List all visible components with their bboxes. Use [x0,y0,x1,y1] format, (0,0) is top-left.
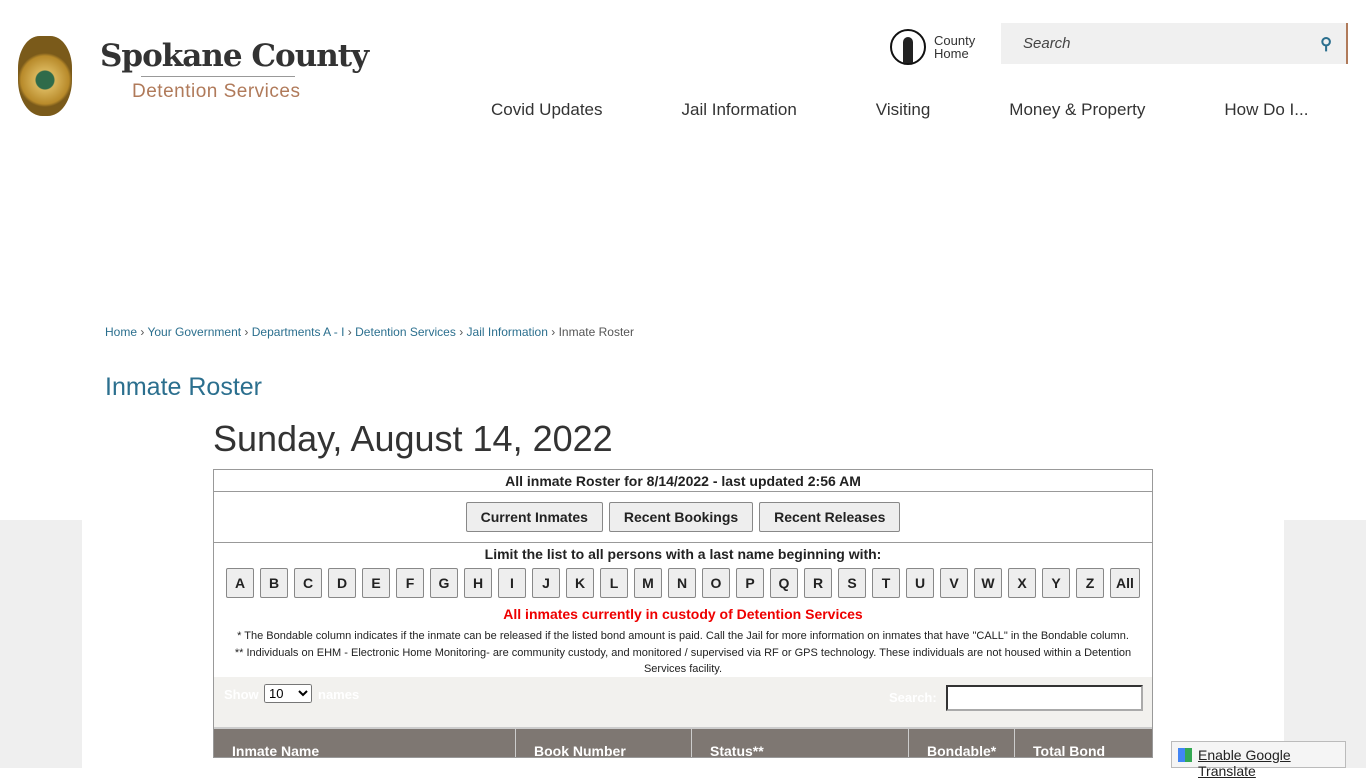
letter-i-button[interactable]: I [498,568,526,598]
show-label: Show [224,687,259,702]
col-book-number[interactable]: Book Number [516,729,692,759]
letter-b-button[interactable]: B [260,568,288,598]
search-icon[interactable]: ⚲ [1320,34,1332,54]
google-translate-button[interactable]: Enable Google Translate [1171,741,1346,779]
col-status[interactable]: Status** [692,729,909,759]
recent-bookings-button[interactable]: Recent Bookings [608,502,754,532]
main-nav: Covid Updates Jail Information Visiting … [491,100,1308,120]
col-bondable[interactable]: Bondable* [909,729,1015,759]
col-total-bond[interactable]: Total Bond [1015,729,1152,759]
badge-logo-icon[interactable] [18,36,72,116]
letter-a-button[interactable]: A [226,568,254,598]
crumb-current: Inmate Roster [558,325,634,339]
view-buttons: Current Inmates Recent Bookings Recent R… [214,492,1152,543]
letter-e-button[interactable]: E [362,568,390,598]
letter-w-button[interactable]: W [974,568,1002,598]
letter-m-button[interactable]: M [634,568,662,598]
site-search: ⚲ [1001,23,1348,64]
current-inmates-button[interactable]: Current Inmates [465,502,603,532]
nav-visiting[interactable]: Visiting [876,100,931,120]
table-search-label: Search: [889,690,937,705]
letter-t-button[interactable]: T [872,568,900,598]
nav-how-do-i[interactable]: How Do I... [1224,100,1308,120]
nav-money-property[interactable]: Money & Property [1009,100,1145,120]
page-title: Inmate Roster [105,373,263,401]
letter-o-button[interactable]: O [702,568,730,598]
letter-n-button[interactable]: N [668,568,696,598]
brand-subtitle[interactable]: Detention Services [132,81,300,103]
roster-caption: All inmate Roster for 8/14/2022 - last u… [214,470,1152,492]
letter-r-button[interactable]: R [804,568,832,598]
translate-label: Enable Google Translate [1198,747,1291,779]
ehm-note: ** Individuals on EHM - Electronic Home … [234,647,1132,675]
bondable-note: * The Bondable column indicates if the i… [237,630,1129,642]
page-size-select[interactable]: 10 [264,684,312,703]
brand-divider [141,76,295,77]
table-header: Inmate Name Book Number Status** Bondabl… [214,727,1152,759]
letter-h-button[interactable]: H [464,568,492,598]
letter-k-button[interactable]: K [566,568,594,598]
county-home-link[interactable]: County Home [890,29,975,65]
google-icon [1178,748,1192,762]
nav-jail-information[interactable]: Jail Information [682,100,797,120]
names-label: names [318,687,360,702]
letter-z-button[interactable]: Z [1076,568,1104,598]
letter-all-button[interactable]: All [1110,568,1140,598]
letter-c-button[interactable]: C [294,568,322,598]
letter-d-button[interactable]: D [328,568,356,598]
letter-s-button[interactable]: S [838,568,866,598]
letter-f-button[interactable]: F [396,568,424,598]
recent-releases-button[interactable]: Recent Releases [759,502,901,532]
crumb-departments[interactable]: Departments A - I [252,325,345,339]
breadcrumb: Home › Your Government › Departments A -… [105,325,634,339]
table-controls: Show 10 names Search: [214,677,1152,727]
crumb-home[interactable]: Home [105,325,137,339]
crumb-your-government[interactable]: Your Government [147,325,241,339]
clock-tower-icon [890,29,926,65]
filter-section: Limit the list to all persons with a las… [214,543,1152,677]
letter-g-button[interactable]: G [430,568,458,598]
crumb-detention-services[interactable]: Detention Services [355,325,456,339]
col-inmate-name[interactable]: Inmate Name [214,729,516,759]
brand-title[interactable]: Spokane County [100,38,369,74]
table-search-input[interactable] [946,685,1143,711]
nav-covid-updates[interactable]: Covid Updates [491,100,603,120]
search-input[interactable] [1023,35,1313,52]
roster-date: Sunday, August 14, 2022 [213,418,613,459]
roster-table: All inmate Roster for 8/14/2022 - last u… [213,469,1153,759]
letter-x-button[interactable]: X [1008,568,1036,598]
letter-filter: A B C D E F G H I J K L M N O P Q R S T U V W X Y Z All [214,568,1152,598]
status-message: All inmates currently in custody of Dete… [503,606,863,622]
letter-l-button[interactable]: L [600,568,628,598]
limit-label: Limit the list to all persons with a las… [484,546,882,562]
letter-v-button[interactable]: V [940,568,968,598]
letter-u-button[interactable]: U [906,568,934,598]
letter-q-button[interactable]: Q [770,568,798,598]
crumb-jail-information[interactable]: Jail Information [467,325,548,339]
letter-j-button[interactable]: J [532,568,560,598]
letter-p-button[interactable]: P [736,568,764,598]
county-home-label: County Home [934,33,976,61]
letter-y-button[interactable]: Y [1042,568,1070,598]
